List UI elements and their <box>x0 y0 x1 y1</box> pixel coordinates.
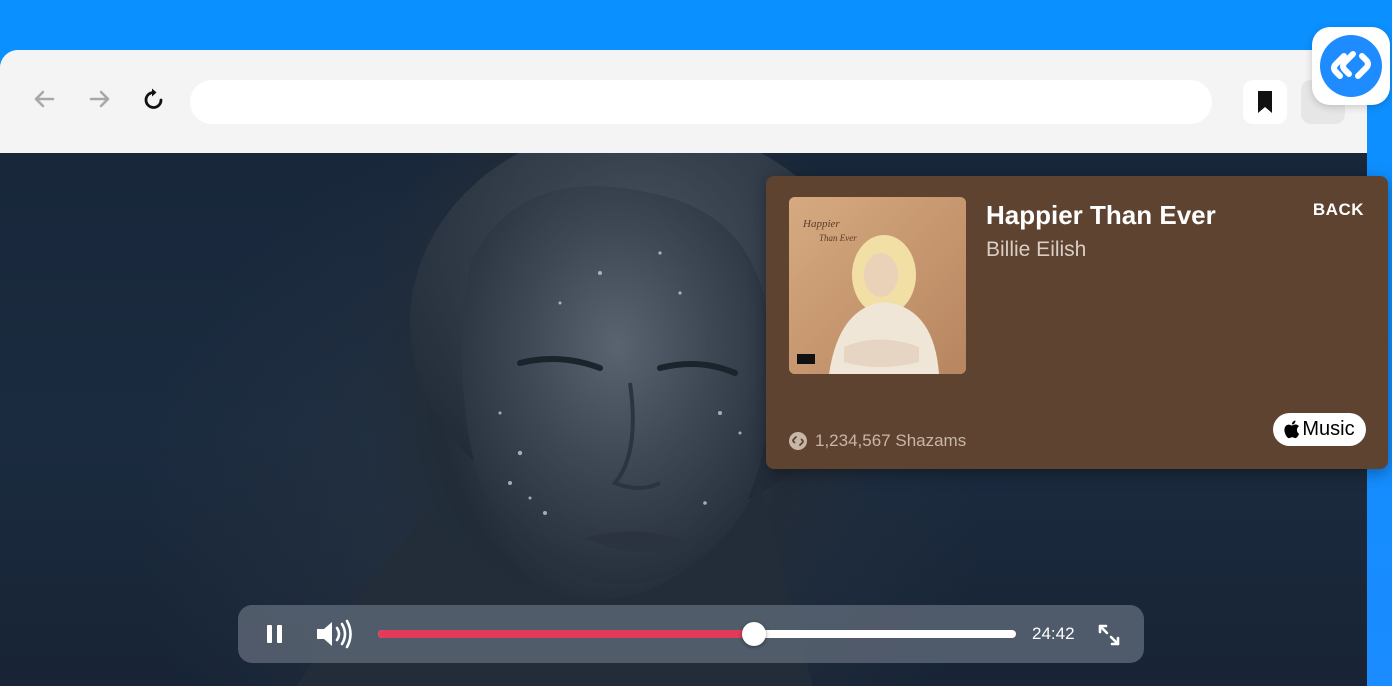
song-title: Happier Than Ever <box>986 200 1216 230</box>
album-art: Happier Than Ever <box>789 197 966 374</box>
reload-button[interactable] <box>139 84 169 114</box>
song-result-card: Happier Than Ever Happier Than Ever Bill… <box>766 176 1388 469</box>
browser-toolbar <box>0 50 1367 153</box>
forward-button[interactable] <box>85 84 115 114</box>
svg-text:Than Ever: Than Ever <box>819 233 857 243</box>
album-art-title: Happier <box>802 218 840 230</box>
pause-button[interactable] <box>264 623 286 645</box>
progress-fill <box>378 630 755 638</box>
fullscreen-button[interactable] <box>1096 622 1122 648</box>
volume-icon <box>317 619 352 649</box>
fullscreen-icon <box>1098 624 1120 646</box>
bookmark-icon <box>1258 91 1272 113</box>
apple-music-label: Music <box>1302 418 1355 440</box>
shazam-count: 1,234,567 Shazams <box>789 431 966 451</box>
shazam-small-icon <box>789 432 807 450</box>
back-button[interactable] <box>29 84 59 114</box>
background-stage: Happier Than Ever Happier Than Ever Bill… <box>0 0 1392 686</box>
arrow-left-icon <box>34 90 55 108</box>
pause-icon <box>267 625 282 643</box>
progress-bar[interactable] <box>378 622 1016 646</box>
time-label: 24:42 <box>1032 624 1075 643</box>
back-link[interactable]: BACK <box>1313 200 1364 220</box>
address-bar[interactable] <box>190 80 1212 124</box>
progress-thumb[interactable] <box>742 622 767 646</box>
video-controls: 24:42 <box>238 605 1144 663</box>
bookmark-button[interactable] <box>1243 80 1287 124</box>
song-artist[interactable]: Billie Eilish <box>986 238 1086 262</box>
shazam-logo-icon <box>1320 35 1382 97</box>
shazam-count-label: 1,234,567 Shazams <box>815 431 967 450</box>
apple-music-button[interactable]: Music <box>1273 413 1366 446</box>
volume-button[interactable] <box>314 619 354 649</box>
shazam-extension-button[interactable] <box>1312 27 1390 105</box>
arrow-right-icon <box>89 90 110 108</box>
reload-icon <box>144 88 163 109</box>
apple-icon <box>1284 420 1300 439</box>
